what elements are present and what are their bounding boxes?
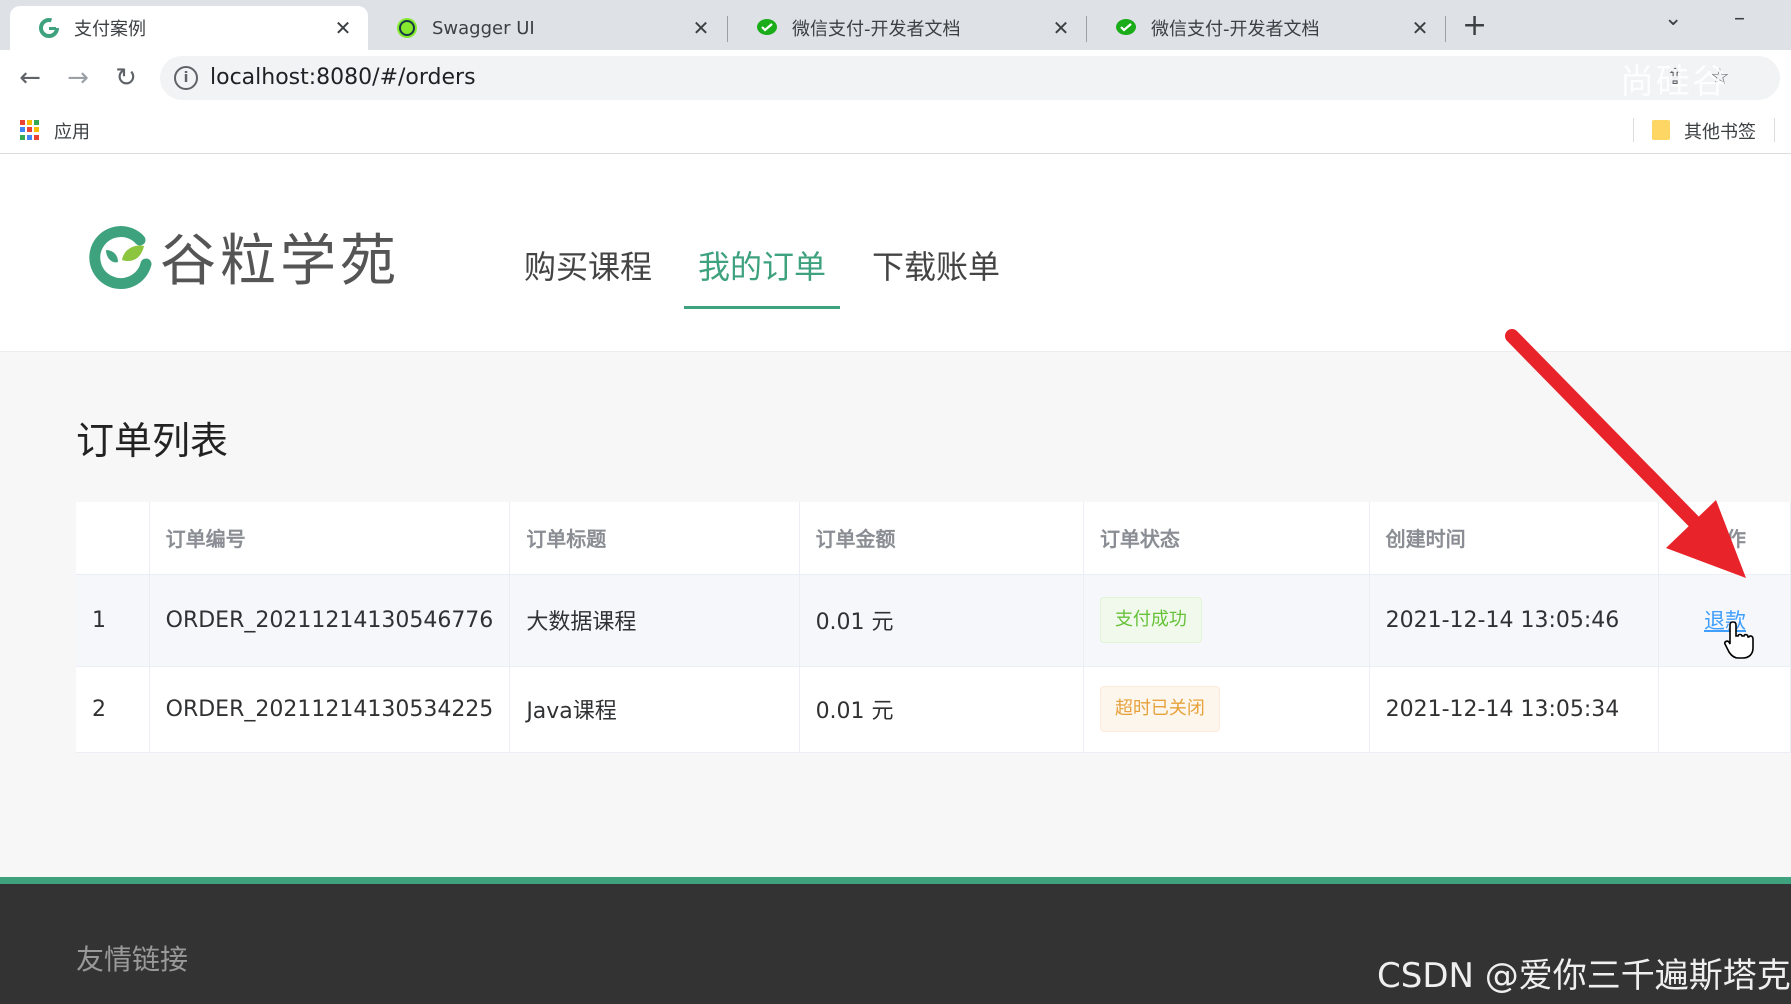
footer-friendly-links-title: 友情链接 [76, 943, 189, 976]
tab-search-chevron-icon[interactable]: ⌄ [1664, 6, 1682, 31]
cell-index: 1 [76, 574, 150, 667]
main-nav: 购买课程 我的订单 下载账单 [510, 242, 1032, 309]
column-header-amount: 订单金额 [799, 502, 1084, 575]
bookmarks-bar: 应用 其他书签 [0, 106, 1791, 154]
tab-divider [1445, 16, 1446, 42]
csdn-watermark: CSDN @爱你三千遍斯塔克 [1377, 956, 1791, 996]
cell-action [1658, 666, 1791, 753]
close-tab-icon[interactable]: ✕ [1050, 16, 1072, 40]
nav-download-bills[interactable]: 下载账单 [858, 242, 1014, 309]
nav-buy-courses[interactable]: 购买课程 [510, 242, 666, 309]
tab-title: 微信支付-开发者文档 [1151, 19, 1320, 40]
folder-icon [1652, 120, 1670, 140]
site-logo[interactable]: 谷粒学苑 [88, 216, 400, 297]
page-title: 订单列表 [76, 419, 229, 463]
cell-amount: 0.01 元 [799, 574, 1084, 667]
column-header-order-no: 订单编号 [149, 502, 511, 575]
cell-amount: 0.01 元 [799, 666, 1084, 753]
tab-title: 微信支付-开发者文档 [792, 19, 961, 40]
swagger-icon [397, 18, 417, 38]
bookmark-apps[interactable]: 应用 [54, 118, 90, 144]
reload-icon[interactable]: ↻ [110, 62, 142, 94]
browser-tab-strip: 支付案例 ✕ Swagger UI ✕ 微信支付-开发者文档 ✕ 微信支付-开发… [0, 0, 1791, 50]
cell-status: 超时已关闭 [1083, 666, 1370, 753]
tab-swagger[interactable]: Swagger UI ✕ [368, 6, 726, 50]
tab-wechat-docs-2[interactable]: 微信支付-开发者文档 ✕ [1087, 6, 1445, 50]
column-header-order-title: 订单标题 [509, 502, 800, 575]
logo-text: 谷粒学苑 [160, 229, 400, 294]
watermark-top: 尚硅谷 [1620, 62, 1728, 102]
cell-status: 支付成功 [1083, 574, 1370, 667]
table-header-row: 订单编号 订单标题 订单金额 订单状态 创建时间 操作 [76, 502, 1791, 575]
cell-created: 2021-12-14 13:05:34 [1369, 666, 1659, 753]
cell-index: 2 [76, 666, 150, 753]
back-arrow-icon[interactable]: ← [14, 62, 46, 94]
cell-order-no: ORDER_20211214130546776 [149, 574, 511, 667]
close-tab-icon[interactable]: ✕ [690, 16, 712, 40]
cell-order-title: 大数据课程 [509, 574, 800, 667]
cell-order-no: ORDER_20211214130534225 [149, 666, 511, 753]
close-tab-icon[interactable]: ✕ [332, 16, 354, 40]
tab-payment-demo[interactable]: 支付案例 ✕ [10, 6, 368, 50]
new-tab-button[interactable]: + [1462, 8, 1487, 43]
browser-toolbar: ← → ↻ i localhost:8080/#/orders ⇪ ☆ 尚硅谷 [0, 50, 1791, 106]
status-badge: 超时已关闭 [1099, 686, 1220, 732]
forward-arrow-icon[interactable]: → [62, 62, 94, 94]
cell-created: 2021-12-14 13:05:46 [1369, 574, 1659, 667]
tab-title: Swagger UI [432, 17, 535, 39]
web-page: 谷粒学苑 购买课程 我的订单 下载账单 订单列表 订单编号 订单标题 订单金额 … [0, 154, 1791, 1004]
bookmark-other[interactable]: 其他书签 [1684, 118, 1756, 144]
wechat-pay-icon [1116, 19, 1136, 35]
bookmark-divider [1774, 118, 1775, 142]
table-row: 2 ORDER_20211214130534225 Java课程 0.01 元 … [76, 666, 1791, 753]
bookmark-divider [1633, 118, 1634, 142]
column-header-action: 操作 [1658, 502, 1791, 575]
site-info-icon[interactable]: i [174, 66, 198, 90]
column-header-status: 订单状态 [1083, 502, 1370, 575]
cell-order-title: Java课程 [509, 666, 800, 753]
tab-title: 支付案例 [74, 19, 146, 40]
g-logo-icon [39, 18, 59, 38]
minimize-window-icon[interactable]: – [1734, 6, 1745, 31]
g-leaf-logo-icon [89, 225, 152, 289]
address-bar[interactable]: i localhost:8080/#/orders ⇪ ☆ [160, 56, 1780, 100]
site-header: 谷粒学苑 购买课程 我的订单 下载账单 [0, 154, 1791, 352]
nav-my-orders[interactable]: 我的订单 [684, 242, 841, 309]
column-header-index [76, 502, 150, 575]
apps-grid-icon[interactable] [20, 120, 40, 140]
table-row: 1 ORDER_20211214130546776 大数据课程 0.01 元 支… [76, 574, 1791, 667]
orders-table: 订单编号 订单标题 订单金额 订单状态 创建时间 操作 1 ORDER_2021… [76, 502, 1791, 753]
url-text: localhost:8080/#/orders [210, 65, 476, 90]
close-tab-icon[interactable]: ✕ [1409, 16, 1431, 40]
status-badge: 支付成功 [1099, 597, 1202, 643]
wechat-pay-icon [757, 19, 777, 35]
hand-cursor-icon [1724, 621, 1754, 659]
column-header-created: 创建时间 [1369, 502, 1659, 575]
tab-wechat-docs-1[interactable]: 微信支付-开发者文档 ✕ [728, 6, 1086, 50]
